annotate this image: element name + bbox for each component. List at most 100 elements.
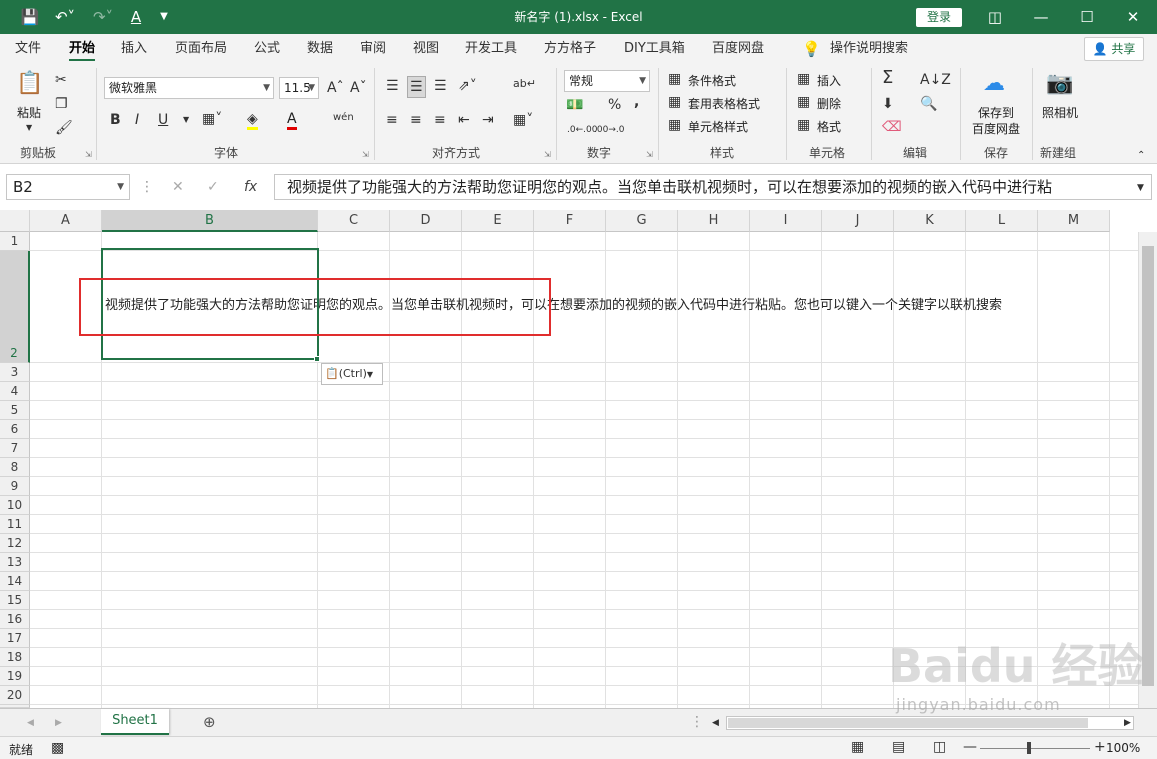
decrease-indent-icon[interactable]: ⇤ — [458, 112, 470, 128]
next-sheet-icon[interactable]: ▶ — [55, 715, 62, 731]
autosum-icon[interactable]: Σ — [882, 69, 893, 87]
delete-cells-icon[interactable]: ▦ — [797, 94, 810, 110]
bold-button[interactable]: B — [110, 112, 121, 128]
column-header[interactable]: F — [534, 210, 606, 232]
add-sheet-icon[interactable]: ⊕ — [203, 714, 216, 730]
column-header[interactable]: M — [1038, 210, 1110, 232]
align-left-icon[interactable]: ≡ — [386, 112, 398, 128]
column-header[interactable]: K — [894, 210, 966, 232]
font-name-select[interactable]: 微软雅黑 ▼ — [104, 77, 274, 99]
column-header[interactable]: D — [390, 210, 462, 232]
row-header[interactable]: 7 — [0, 439, 30, 458]
column-header[interactable]: B — [102, 210, 318, 232]
row-header[interactable]: 20 — [0, 686, 30, 705]
scroll-right-icon[interactable]: ▶ — [1124, 715, 1131, 731]
row-header[interactable]: 3 — [0, 363, 30, 382]
insert-cells-icon[interactable]: ▦ — [797, 71, 810, 87]
collapse-ribbon-icon[interactable]: ⌃ — [1137, 148, 1145, 164]
minimize-icon[interactable]: — — [1030, 0, 1052, 34]
tab-view[interactable]: 视图 — [413, 34, 439, 64]
row-header[interactable]: 17 — [0, 629, 30, 648]
zoom-slider-thumb[interactable] — [1027, 742, 1031, 754]
zoom-level[interactable]: 100% — [1106, 741, 1140, 755]
currency-icon[interactable]: 💵 — [566, 97, 583, 113]
increase-font-icon[interactable]: Aˆ — [327, 80, 344, 96]
save-to-line1[interactable]: 保存到 — [978, 104, 1014, 121]
italic-button[interactable]: I — [135, 112, 139, 128]
zoom-out-icon[interactable]: — — [963, 739, 977, 755]
insert-function-icon[interactable]: fx — [244, 179, 257, 195]
font-size-select[interactable]: 11.5 ▼ — [279, 77, 319, 99]
align-top-icon[interactable]: ☰ — [386, 78, 399, 94]
percent-button[interactable]: % — [608, 97, 621, 113]
format-cells-icon[interactable]: ▦ — [797, 117, 810, 133]
row-header[interactable]: 13 — [0, 553, 30, 572]
row-header[interactable]: 5 — [0, 401, 30, 420]
scroll-left-icon[interactable]: ◀ — [712, 715, 719, 731]
maximize-icon[interactable]: ☐ — [1076, 0, 1098, 34]
camera-button[interactable]: 照相机 — [1042, 104, 1078, 121]
ribbon-display-icon[interactable]: ◫ — [984, 0, 1006, 34]
align-bottom-icon[interactable]: ☰ — [434, 78, 447, 94]
underline-dropdown-icon[interactable]: ▼ — [183, 112, 189, 128]
row-header[interactable]: 10 — [0, 496, 30, 515]
column-header[interactable]: A — [30, 210, 102, 232]
border-icon[interactable]: ▦˅ — [202, 111, 222, 127]
fill-color-icon[interactable]: ◈ — [247, 111, 258, 130]
column-header[interactable]: J — [822, 210, 894, 232]
delete-cells-button[interactable]: 删除 — [817, 95, 841, 112]
format-as-table-button[interactable]: 套用表格格式 — [688, 95, 760, 112]
align-middle-icon[interactable]: ☰ — [407, 76, 426, 98]
macro-record-icon[interactable]: ▩ — [51, 740, 64, 756]
row-header[interactable]: 19 — [0, 667, 30, 686]
vertical-scroll-thumb[interactable] — [1142, 246, 1154, 686]
page-break-view-icon[interactable]: ◫ — [933, 739, 946, 755]
row-header[interactable]: 11 — [0, 515, 30, 534]
wrap-text-icon[interactable]: ab↵ — [513, 76, 536, 92]
comma-button[interactable]: , — [634, 94, 639, 110]
sort-filter-icon[interactable]: A↓Z — [920, 72, 951, 88]
cell-styles-button[interactable]: 单元格样式 — [688, 118, 748, 135]
insert-cells-button[interactable]: 插入 — [817, 72, 841, 89]
formula-input[interactable]: 视频提供了功能强大的方法帮助您证明您的观点。当您单击联机视频时，可以在想要添加的… — [274, 174, 1152, 200]
select-all-corner[interactable] — [0, 210, 30, 232]
tab-page-layout[interactable]: 页面布局 — [175, 34, 227, 64]
column-header[interactable]: L — [966, 210, 1038, 232]
camera-icon[interactable]: 📷 — [1046, 72, 1073, 96]
tab-data[interactable]: 数据 — [307, 34, 333, 64]
cancel-icon[interactable]: ✕ — [172, 179, 184, 195]
column-header[interactable]: H — [678, 210, 750, 232]
page-layout-view-icon[interactable]: ▤ — [892, 739, 905, 755]
row-header[interactable]: 14 — [0, 572, 30, 591]
align-right-icon[interactable]: ≡ — [434, 112, 446, 128]
column-header[interactable]: E — [462, 210, 534, 232]
enter-icon[interactable]: ✓ — [207, 179, 219, 195]
horizontal-scrollbar[interactable] — [726, 716, 1134, 730]
column-header[interactable]: G — [606, 210, 678, 232]
tab-developer[interactable]: 开发工具 — [465, 34, 517, 64]
login-button[interactable]: 登录 — [916, 8, 962, 27]
number-launcher-icon[interactable]: ⇲ — [646, 150, 653, 159]
merge-center-icon[interactable]: ▦˅ — [513, 112, 533, 128]
clear-icon[interactable]: ⌫ — [882, 119, 902, 135]
paste-options-button[interactable]: 📋(Ctrl)▼ — [321, 363, 383, 385]
tab-insert[interactable]: 插入 — [121, 34, 147, 64]
tab-formulas[interactable]: 公式 — [254, 34, 280, 64]
save-to-line2[interactable]: 百度网盘 — [972, 120, 1020, 137]
fill-icon[interactable]: ⬇ — [882, 96, 894, 112]
alignment-launcher-icon[interactable]: ⇲ — [544, 150, 551, 159]
zoom-in-icon[interactable]: + — [1094, 739, 1106, 755]
paste-dropdown-icon[interactable]: ▼ — [26, 120, 32, 136]
align-center-icon[interactable]: ≡ — [410, 112, 422, 128]
prev-sheet-icon[interactable]: ◀ — [27, 715, 34, 731]
tab-review[interactable]: 审阅 — [360, 34, 386, 64]
row-header[interactable]: 12 — [0, 534, 30, 553]
tab-diy-toolbox[interactable]: DIY工具箱 — [624, 34, 685, 64]
conditional-format-icon[interactable]: ▦ — [668, 71, 681, 87]
zoom-slider[interactable] — [980, 748, 1090, 749]
format-cells-button[interactable]: 格式 — [817, 118, 841, 135]
increase-indent-icon[interactable]: ⇥ — [482, 112, 494, 128]
normal-view-icon[interactable]: ▦ — [851, 739, 864, 755]
row-header[interactable]: 1 — [0, 232, 30, 251]
close-icon[interactable]: ✕ — [1122, 0, 1144, 34]
